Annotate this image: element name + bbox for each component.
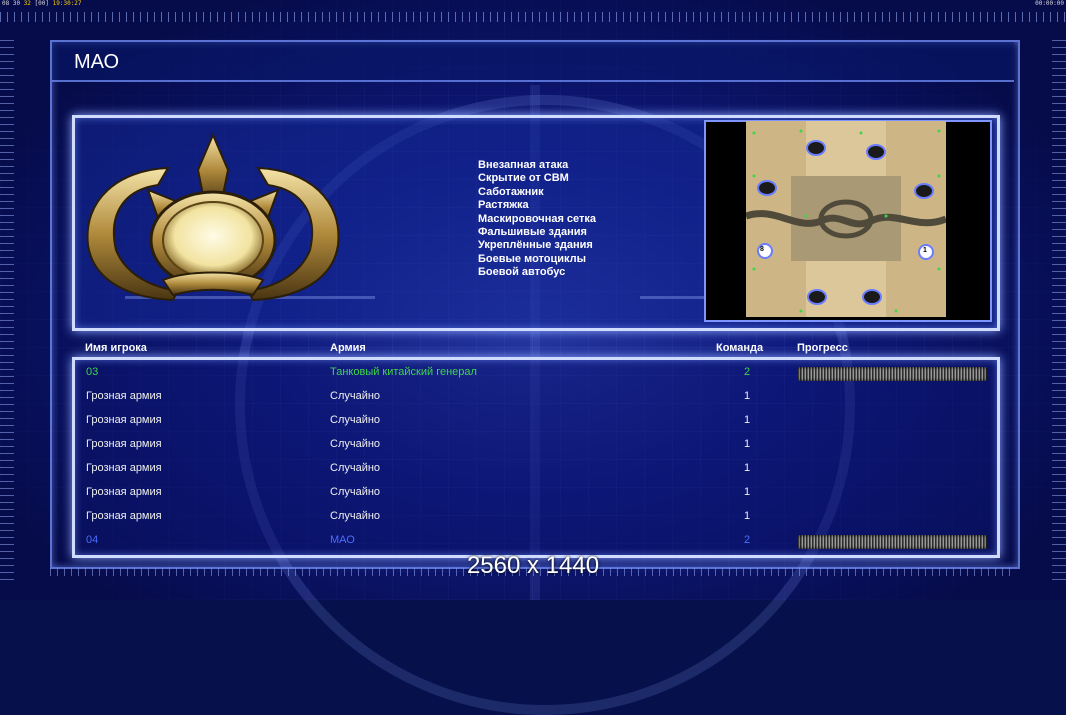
status-right: 00:00:00 [1035,0,1064,7]
status-left: 08 30 32 [00] 19:30:27 [2,0,82,7]
table-row: Грозная армия Случайно 1 [0,433,1066,457]
faction-emblem-icon [86,132,340,302]
player-name: 04 [86,534,99,546]
player-name: Грозная армия [86,414,162,426]
title-bar [52,42,1014,82]
loading-progress-bar [798,535,987,549]
player-team: 1 [744,486,751,498]
rule-item: Растяжка [478,199,529,212]
player-army: МАО [330,534,355,546]
header-progress: Прогресс [797,342,848,354]
status-prefix: 08 30 [2,0,21,7]
table-row: Грозная армия Случайно 1 [0,481,1066,505]
screen-title: МАО [74,51,120,73]
loading-progress-bar [798,367,987,381]
game-rules-list: Внезапная атака Скрытие от СВМ Саботажни… [478,159,596,280]
player-army: Случайно [330,462,381,474]
header-team: Команда [716,342,764,354]
player-army: Случайно [330,438,381,450]
map-start-label: 1 [923,247,927,254]
map-terrain [746,121,946,317]
player-army: Танковый китайский генерал [330,366,477,378]
player-name: Грозная армия [86,486,162,498]
table-row: Грозная армия Случайно 1 [0,385,1066,409]
status-highlight: 32 [23,0,31,7]
player-team: 1 [744,438,751,450]
player-team: 1 [744,414,751,426]
player-name: 03 [86,366,99,378]
player-name: Грозная армия [86,390,162,402]
rule-item: Скрытие от СВМ [478,172,569,185]
table-row: Грозная армия Случайно 1 [0,409,1066,433]
map-start-label: 8 [760,246,764,253]
player-team: 1 [744,462,751,474]
player-team: 2 [744,534,751,546]
player-army: Случайно [330,414,381,426]
rule-item: Саботажник [478,185,544,198]
player-name: Грозная армия [86,438,162,450]
header-army: Армия [330,342,366,354]
ruler-top [0,12,1066,22]
player-name: Грозная армия [86,462,162,474]
player-team: 2 [744,366,751,378]
resolution-overlay: 2560 x 1440 [466,552,600,579]
rule-item: Внезапная атака [478,159,569,171]
decor-line-right [640,296,704,299]
map-terrain-icon [746,121,946,317]
player-team: 1 [744,390,751,402]
player-army: Случайно [330,486,381,498]
status-clock: 19:30:27 [52,0,82,7]
rule-item: Боевой автобус [478,266,566,279]
player-army: Случайно [330,390,381,402]
table-row: 03 Танковый китайский генерал 2 [0,361,1066,385]
player-team: 1 [744,510,751,522]
player-name: Грозная армия [86,510,162,522]
rule-item: Фальшивые здания [478,226,587,239]
rule-item: Боевые мотоциклы [478,252,587,265]
rule-item: Маскировочная сетка [478,212,597,225]
table-row: Грозная армия Случайно 1 [0,457,1066,481]
header-player-name: Имя игрока [85,342,147,354]
table-row: Грозная армия Случайно 1 [0,505,1066,529]
rule-item: Укреплённые здания [478,239,593,252]
status-mid: [00] [34,0,49,7]
player-army: Случайно [330,510,381,522]
table-row: 04 МАО 2 [0,529,1066,553]
